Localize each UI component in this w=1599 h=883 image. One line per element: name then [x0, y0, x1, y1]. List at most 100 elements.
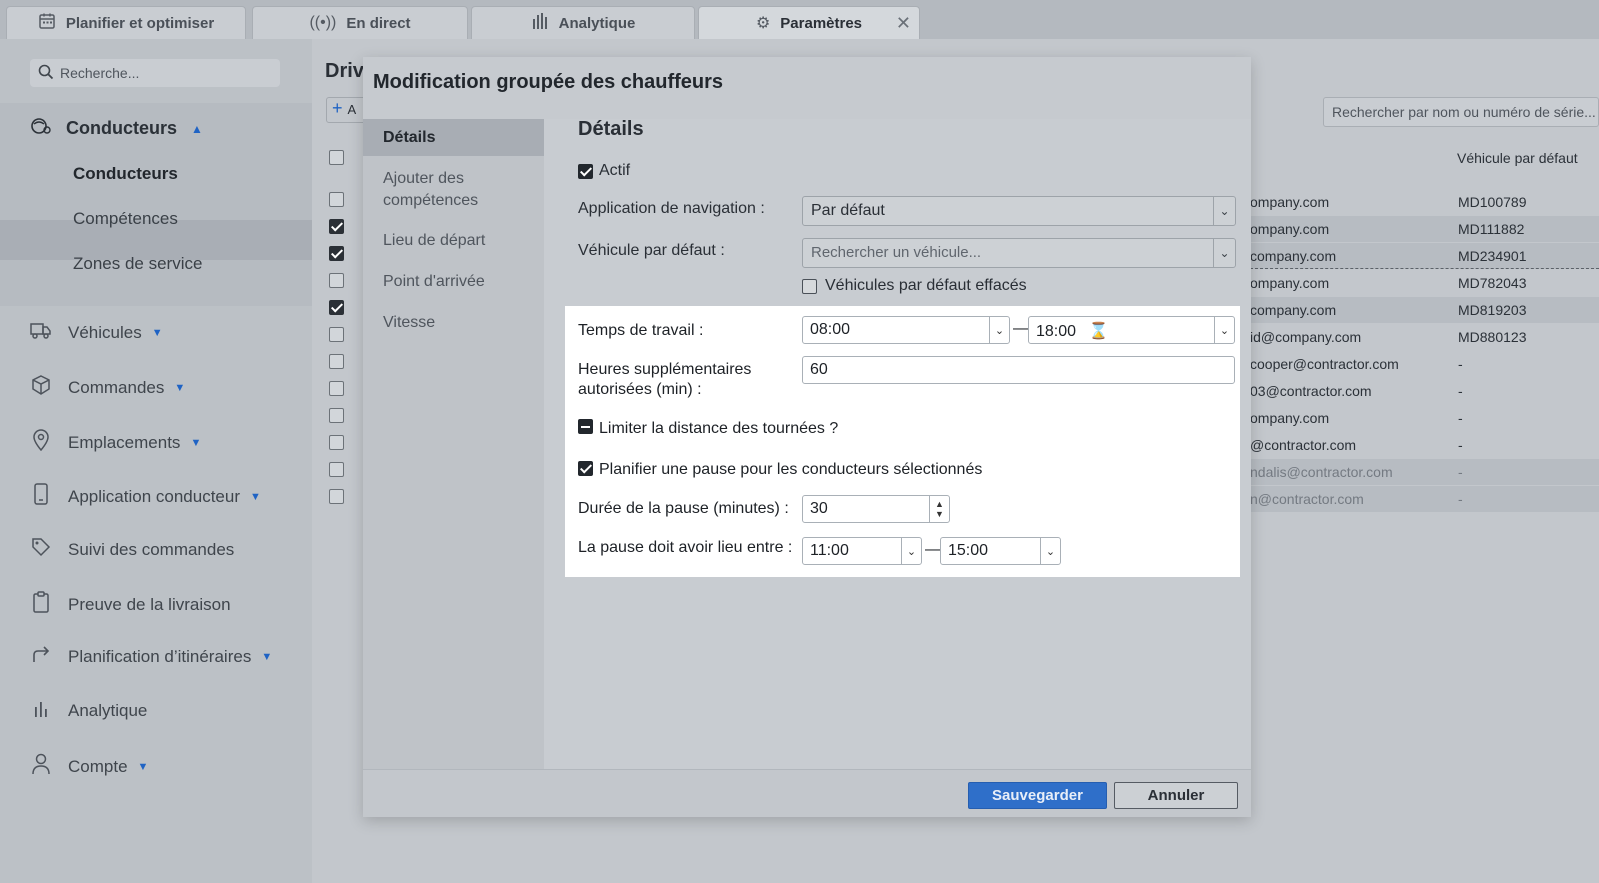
modal-nav-end-point[interactable]: Point d'arrivée — [383, 271, 485, 293]
save-button[interactable]: Sauvegarder — [968, 782, 1107, 809]
modal-nav-speed[interactable]: Vitesse — [383, 312, 435, 334]
tab-label: Analytique — [558, 14, 636, 32]
row-checkbox[interactable] — [329, 408, 344, 423]
row-checkbox[interactable] — [329, 327, 344, 342]
active-checkbox[interactable] — [578, 164, 593, 179]
sidebar-item-order-tracking[interactable]: Suivi des commandes — [30, 537, 234, 562]
work-time-label: Temps de travail : — [578, 322, 704, 339]
close-tab-icon[interactable]: ✕ — [896, 13, 911, 34]
table-row[interactable]: id@company.com MD880123 — [1250, 324, 1599, 350]
add-label: A — [347, 102, 357, 117]
sidebar-item-proof-of-delivery[interactable]: Preuve de la livraison — [30, 591, 231, 618]
row-checkbox[interactable] — [329, 300, 344, 315]
table-row[interactable]: ompany.com - — [1250, 405, 1599, 431]
row-checkbox[interactable] — [329, 489, 344, 504]
modal-nav-start-location[interactable]: Lieu de départ — [383, 230, 485, 252]
sidebar-item-label: Analytique — [68, 700, 148, 720]
drivers-icon — [30, 116, 52, 141]
sidebar-item-locations[interactable]: Emplacements ▼ — [30, 429, 201, 456]
driver-search-input[interactable]: Rechercher par nom ou numéro de série... — [1323, 97, 1599, 127]
work-start-select[interactable]: 08:00 ⌄ — [802, 316, 1010, 344]
table-row[interactable]: ndalis@contractor.com - — [1250, 459, 1599, 485]
sidebar-item-skills[interactable]: Compétences — [73, 209, 178, 229]
sidebar-item-label: Planification d’itinéraires — [68, 646, 252, 666]
row-email: n@contractor.com — [1250, 491, 1364, 507]
search-icon — [38, 64, 54, 83]
table-row[interactable]: @contractor.com - — [1250, 432, 1599, 458]
sidebar-item-route-planning[interactable]: Planification d’itinéraires ▼ — [30, 645, 272, 668]
break-end-select[interactable]: 15:00 ⌄ — [940, 537, 1061, 565]
table-row[interactable]: cooper@contractor.com - — [1250, 351, 1599, 377]
navigation-app-label: Application de navigation : — [578, 200, 765, 217]
table-row[interactable]: ompany.com MD782043 — [1250, 270, 1599, 296]
navigation-app-value: Par défaut — [811, 202, 885, 219]
modal-nav: Détails Ajouter des compétences Lieu de … — [363, 119, 544, 769]
bar-chart-icon — [30, 699, 52, 722]
row-checkbox[interactable] — [329, 192, 344, 207]
add-driver-button[interactable]: + A — [326, 97, 366, 123]
tab-plan-optimize[interactable]: Planifier et optimiser — [6, 6, 246, 39]
sidebar-item-drivers[interactable]: Conducteurs — [73, 164, 178, 184]
table-row[interactable]: ompany.com MD100789 — [1250, 189, 1599, 215]
caret-up-icon: ▲ — [191, 121, 203, 136]
work-end-select[interactable]: 18:00 ⌛ ⌄ — [1028, 316, 1235, 344]
tab-settings[interactable]: ⚙ Paramètres ✕ — [698, 6, 920, 39]
table-row[interactable]: company.com MD234901 — [1250, 243, 1599, 269]
plan-break-checkbox[interactable] — [578, 461, 593, 476]
phone-icon — [30, 483, 52, 510]
row-checkbox[interactable] — [329, 381, 344, 396]
row-checkbox[interactable] — [329, 435, 344, 450]
modal-nav-details[interactable]: Détails — [383, 127, 435, 149]
row-email: ompany.com — [1250, 275, 1330, 291]
page-title: Driv — [325, 60, 364, 82]
stepper-arrows-icon[interactable]: ▲ ▼ — [929, 496, 949, 522]
sidebar-item-orders[interactable]: Commandes ▼ — [30, 375, 185, 400]
row-checkbox[interactable] — [329, 219, 344, 234]
select-all-checkbox[interactable] — [329, 150, 344, 165]
default-vehicle-select[interactable]: Rechercher un véhicule... ⌄ — [802, 238, 1236, 268]
row-checkbox[interactable] — [329, 354, 344, 369]
clear-default-vehicles-checkbox[interactable] — [802, 279, 817, 294]
tab-analytics[interactable]: Analytique — [471, 6, 695, 39]
row-default-vehicle: - — [1458, 464, 1463, 480]
table-row[interactable]: 03@contractor.com - — [1250, 378, 1599, 404]
sidebar-item-analytics[interactable]: Analytique — [30, 699, 147, 722]
default-vehicle-label: Véhicule par défaut : — [578, 242, 725, 259]
break-start-select[interactable]: 11:00 ⌄ — [802, 537, 922, 565]
navigation-app-select[interactable]: Par défaut ⌄ — [802, 196, 1236, 226]
limit-distance-checkbox[interactable] — [578, 419, 593, 434]
table-row[interactable]: ompany.com MD111882 — [1250, 216, 1599, 242]
table-row[interactable]: company.com MD819203 — [1250, 297, 1599, 323]
sidebar-section-drivers[interactable]: Conducteurs ▲ — [30, 116, 203, 141]
chevron-down-icon: ⌄ — [1040, 538, 1060, 564]
active-label: Actif — [599, 162, 631, 179]
sidebar-item-driver-app[interactable]: Application conducteur ▼ — [30, 483, 261, 510]
user-icon — [30, 753, 52, 780]
sidebar-item-label: Emplacements — [68, 432, 181, 452]
chevron-down-icon: ⌄ — [1213, 197, 1235, 225]
modal-title: Modification groupée des chauffeurs — [373, 71, 724, 93]
sidebar-item-label: Application conducteur — [68, 486, 241, 506]
sidebar-search-input[interactable]: Recherche... — [30, 59, 280, 87]
row-checkbox[interactable] — [329, 246, 344, 261]
cancel-button[interactable]: Annuler — [1114, 782, 1238, 809]
break-duration-input[interactable]: 30 ▲ ▼ — [802, 495, 950, 523]
tag-icon — [30, 537, 52, 562]
row-checkbox[interactable] — [329, 273, 344, 288]
details-section-title: Détails — [578, 118, 644, 140]
range-separator: — — [1013, 320, 1029, 337]
sidebar-item-vehicles[interactable]: Véhicules ▼ — [30, 321, 163, 344]
sidebar-item-service-zones[interactable]: Zones de service — [73, 254, 202, 274]
row-email: company.com — [1250, 248, 1337, 264]
calendar-icon — [38, 12, 56, 35]
row-checkbox[interactable] — [329, 462, 344, 477]
sidebar-item-account[interactable]: Compte ▼ — [30, 753, 148, 780]
overtime-label: Heures supplémentaires autorisées (min) … — [578, 361, 752, 398]
chevron-down-icon: ⌄ — [1213, 239, 1235, 267]
overtime-input[interactable]: 60 — [802, 356, 1235, 384]
search-placeholder: Recherche... — [60, 65, 140, 81]
table-row[interactable]: n@contractor.com - — [1250, 486, 1599, 512]
tab-live[interactable]: ((•)) En direct — [252, 6, 468, 39]
chevron-down-icon: ⌄ — [1214, 317, 1234, 343]
modal-nav-add-skills[interactable]: Ajouter des compétences — [383, 168, 513, 212]
